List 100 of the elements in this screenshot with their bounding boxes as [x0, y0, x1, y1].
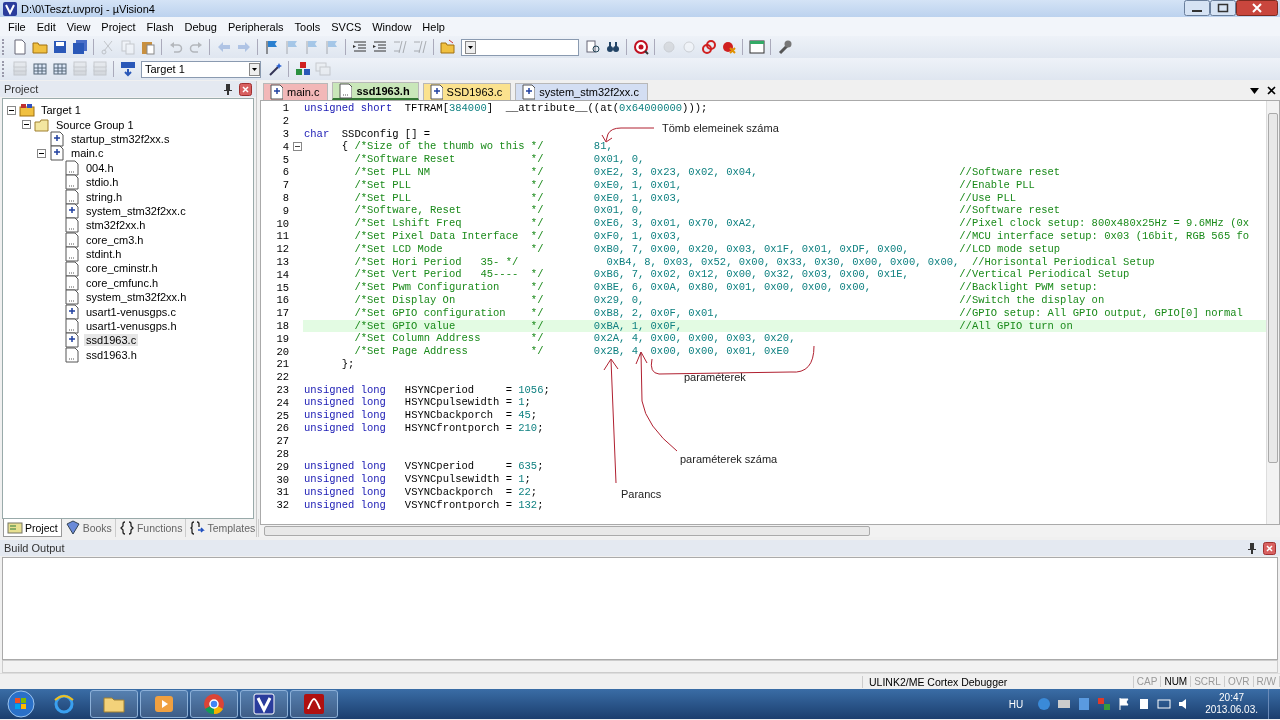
line-number: 22	[275, 371, 290, 384]
tree-item[interactable]: startup_stm32f2xx.s	[69, 132, 172, 145]
menu-item[interactable]: SVCS	[325, 20, 367, 33]
taskbar-app-button[interactable]	[240, 690, 288, 718]
menu-item[interactable]: Debug	[178, 20, 222, 33]
tree-item[interactable]: core_cm3.h	[84, 233, 146, 246]
collapse-icon[interactable]	[292, 142, 302, 152]
rings-button[interactable]	[699, 37, 718, 57]
panel-tab[interactable]: Templates	[186, 519, 260, 537]
line-number: 12	[275, 243, 290, 256]
maximize-icon[interactable]	[1210, 0, 1236, 16]
load-button[interactable]	[118, 59, 137, 79]
menu-item[interactable]: View	[60, 20, 96, 33]
flag-icon	[303, 39, 320, 55]
tree-item[interactable]: ssd1963.h	[84, 348, 139, 361]
search-combo-box[interactable]	[461, 38, 579, 56]
taskbar-app-button[interactable]	[90, 690, 138, 718]
line-number: 4	[281, 140, 290, 153]
collapse-icon[interactable]	[22, 120, 31, 130]
close-icon[interactable]	[1263, 541, 1276, 555]
tree-item[interactable]: system_stm32f2xx.c	[84, 204, 188, 217]
target-select[interactable]: Target 1	[141, 60, 261, 78]
tray-icon[interactable]	[1157, 697, 1172, 711]
window-icon	[748, 39, 765, 55]
file-tab[interactable]: system_stm32f2xx.c	[515, 83, 648, 100]
tree-item[interactable]: usart1-venusgps.c	[84, 305, 178, 318]
circle-icon	[680, 39, 697, 55]
annotation-label: paraméterek száma	[680, 453, 778, 465]
menu-item[interactable]: Edit	[30, 20, 61, 33]
code-line: /*Set Pixel Data Interface */ 0xF0, 1, 0x03, //MCU interface setup: 0x03 (16bit, RGB 565 fo	[353, 229, 1250, 243]
folder-icon	[439, 39, 456, 55]
line-number: 8	[281, 191, 290, 204]
window-title: D:\0\Teszt.uvproj - µVision4	[21, 2, 155, 15]
window-button[interactable]	[747, 37, 766, 57]
clock[interactable]: 20:47 2013.06.03.	[1205, 692, 1258, 716]
file-tab[interactable]: main.c	[263, 83, 329, 100]
tree-item[interactable]: stdio.h	[84, 176, 121, 189]
panel-tab[interactable]: Books	[61, 519, 116, 537]
header-file-icon	[64, 289, 80, 306]
save-all-button[interactable]	[70, 37, 89, 57]
folder-button[interactable]	[438, 37, 457, 57]
pin-icon[interactable]	[223, 83, 233, 95]
line-number: 23	[275, 383, 290, 396]
vertical-scrollbar[interactable]	[1266, 101, 1279, 524]
line-number: 26	[275, 422, 290, 435]
tray-icon[interactable]	[1117, 697, 1132, 711]
tree-item[interactable]: 004.h	[84, 161, 116, 174]
tree-item[interactable]: Source Group 1	[54, 118, 136, 131]
tree-item[interactable]: string.h	[84, 190, 125, 203]
header-file-icon	[64, 188, 80, 205]
horizontal-scrollbar[interactable]	[2, 660, 1278, 673]
minimize-icon[interactable]	[1184, 0, 1210, 16]
tree-item[interactable]: ssd1963.c	[84, 334, 139, 347]
tray-icon[interactable]	[1057, 697, 1072, 711]
template-icon	[189, 520, 206, 536]
status-indicator: NUM	[1161, 676, 1192, 687]
code-line: /*Set PLL */ 0xE0, 1, 0x01, //Enable PLL	[353, 178, 1035, 192]
line-number: 6	[281, 166, 290, 179]
dropdown-arrow-icon[interactable]	[1250, 87, 1259, 94]
tree-item[interactable]: core_cminstr.h	[84, 262, 160, 275]
tree-item[interactable]: stdint.h	[84, 248, 124, 261]
collapse-icon[interactable]	[37, 148, 46, 158]
menu-item[interactable]: Help	[416, 20, 450, 33]
tree-item[interactable]: system_stm32f2xx.h	[84, 291, 189, 304]
menu-item[interactable]: Tools	[288, 20, 326, 33]
panel-tab[interactable]: Functions	[115, 519, 187, 537]
forward-arrow-icon	[235, 39, 252, 55]
menu-item[interactable]: File	[2, 20, 31, 33]
annotation-label: Tömb elemeinek száma	[662, 122, 779, 134]
language-indicator[interactable]: HU	[1008, 698, 1024, 710]
pin-icon[interactable]	[1247, 542, 1257, 554]
code-line: /*Set PLL */ 0xE0, 1, 0x03, //Use PLL	[353, 191, 1016, 205]
line-number: 29	[275, 460, 290, 473]
tree-item[interactable]: main.c	[69, 147, 106, 160]
open-folder-icon	[31, 39, 48, 55]
menu-item[interactable]: Window	[366, 20, 417, 33]
tree-item[interactable]: core_cmfunc.h	[84, 276, 161, 289]
close-icon[interactable]	[239, 82, 252, 96]
menu-item[interactable]: Project	[95, 20, 141, 33]
app-icon	[3, 1, 17, 16]
menu-item[interactable]: Peripherals	[221, 20, 289, 33]
menu-item[interactable]: Flash	[140, 20, 179, 33]
tree-item[interactable]: Target 1	[39, 104, 83, 117]
file-tab[interactable]: ssd1963.h	[332, 82, 419, 100]
tree-item[interactable]: stm32f2xx.h	[84, 219, 148, 232]
collapse-icon[interactable]	[7, 105, 16, 115]
panel-tab[interactable]: Project	[3, 519, 62, 537]
debug-button[interactable]	[631, 37, 650, 57]
status-indicator: OVR	[1224, 676, 1254, 687]
close-icon[interactable]	[1267, 86, 1276, 95]
file-tab[interactable]: SSD1963.c	[422, 83, 512, 100]
line-number: 2	[281, 115, 290, 128]
close-icon[interactable]	[1236, 0, 1278, 16]
start-button-icon[interactable]	[4, 689, 38, 719]
status-indicator: R/W	[1253, 676, 1280, 687]
taskbar-app-button[interactable]	[190, 690, 238, 718]
code-line: unsigned short TFTRAM[384000] __attribute__((at(0x64000000)));	[303, 102, 708, 115]
tree-item[interactable]: usart1-venusgps.h	[84, 320, 179, 333]
taskbar-app-button[interactable]	[290, 690, 338, 718]
taskbar-app-button[interactable]	[140, 690, 188, 718]
